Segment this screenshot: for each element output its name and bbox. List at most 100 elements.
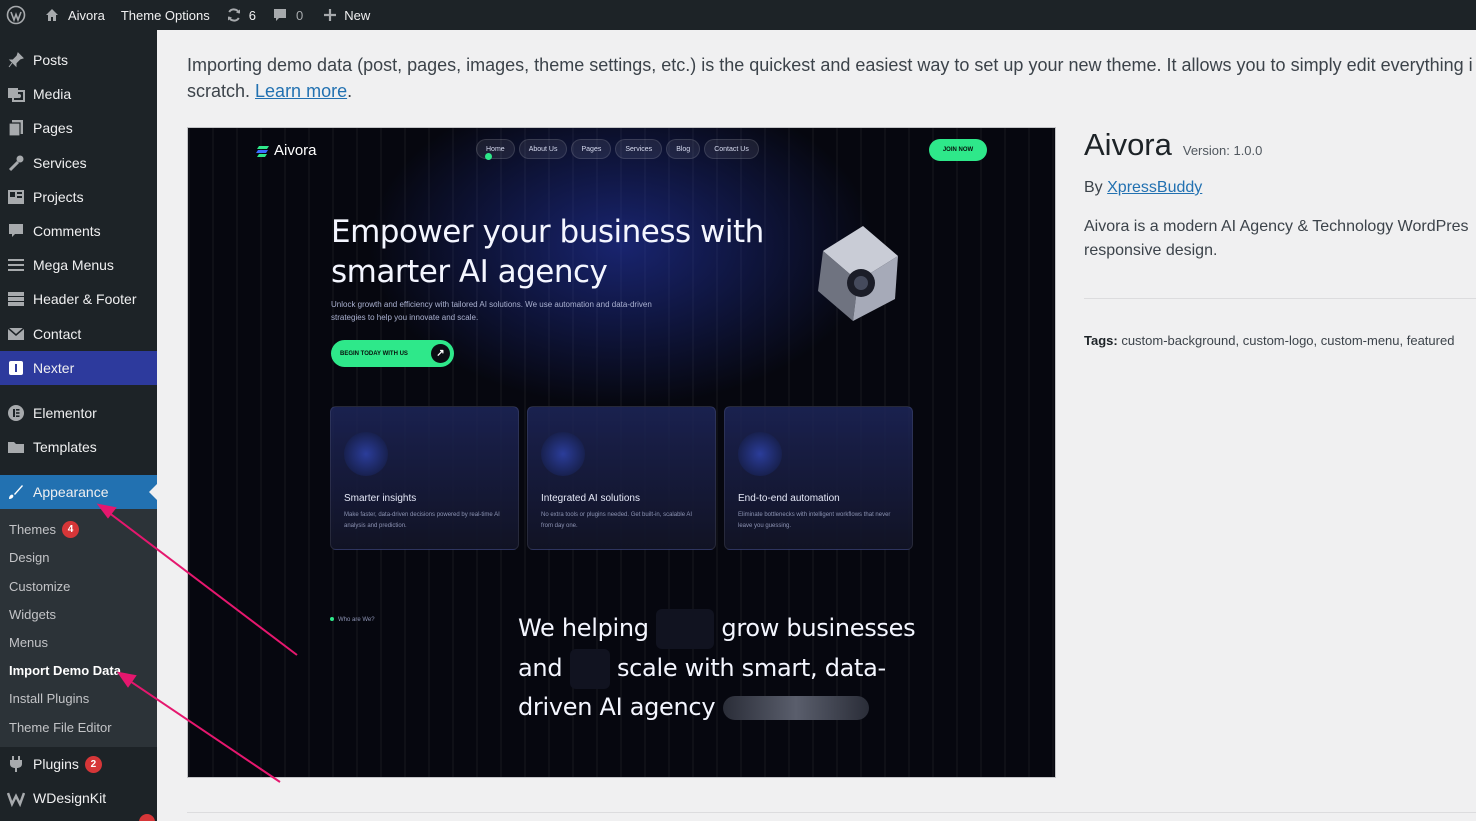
sidebar-item-label: Projects — [33, 189, 84, 205]
submenu-item-menus[interactable]: Menus — [9, 632, 48, 652]
sidebar-item-label: Contact — [33, 326, 82, 342]
preview-h2-part: scale with smart, data- — [616, 654, 886, 682]
sidebar-item-elementor[interactable]: Elementor — [0, 396, 157, 430]
updates-count: 6 — [248, 7, 256, 23]
sidebar-item-pages[interactable]: Pages — [0, 111, 157, 145]
preview-nav: Home About Us Pages Services Blog Contac… — [476, 139, 759, 159]
submenu-item-label: Themes — [9, 521, 56, 537]
author-link[interactable]: XpressBuddy — [1107, 179, 1202, 196]
comments-count: 0 — [295, 7, 304, 23]
preview-nav-item: Home — [476, 139, 515, 159]
tags-list: custom-background, custom-logo, custom-m… — [1117, 333, 1455, 348]
sidebar-item-label: Media — [33, 86, 72, 102]
card-title: Smarter insights — [344, 493, 417, 504]
submenu-item-customize[interactable]: Customize — [9, 576, 70, 596]
pill-image — [722, 696, 869, 720]
sidebar-item-nexter[interactable]: Nexter — [0, 351, 157, 385]
author-prefix: By — [1084, 179, 1108, 196]
preview-logo-text: Aivora — [274, 142, 317, 159]
mail-icon — [6, 324, 26, 344]
preview-nav-item: Blog — [666, 139, 701, 159]
new-content-link[interactable]: New — [311, 0, 378, 30]
sidebar-item-projects[interactable]: Projects — [0, 180, 157, 214]
preview-nav-item: Pages — [571, 139, 612, 159]
theme-info: Aivora Version: 1.0.0 By XpressBuddy Aiv… — [1084, 127, 1476, 263]
updates-icon — [226, 7, 242, 23]
preview-logo: Aivora — [256, 142, 317, 159]
submenu-item-install-plugins[interactable]: Install Plugins — [9, 688, 89, 708]
sidebar-item-media[interactable]: Media — [0, 77, 157, 111]
sidebar-item-posts[interactable]: Posts — [0, 43, 157, 77]
sidebar-item-templates[interactable]: Templates — [0, 430, 157, 464]
preview-h2-part: and — [518, 654, 563, 682]
sidebar-item-comments[interactable]: Comments — [0, 214, 157, 248]
submenu-item-design[interactable]: Design — [9, 547, 49, 567]
wordpress-logo-icon[interactable] — [0, 0, 34, 30]
sidebar-item-label: Header & Footer — [33, 291, 137, 307]
layout-icon — [6, 289, 26, 309]
theme-options-label: Theme Options — [120, 7, 210, 23]
home-icon — [44, 7, 60, 23]
submenu-item-themes[interactable]: Themes 4 — [9, 519, 79, 539]
divider — [187, 812, 1476, 813]
sidebar-item-label: Templates — [33, 439, 97, 455]
plugins-update-badge: 2 — [84, 755, 102, 773]
folder-icon — [6, 437, 26, 457]
theme-title: Aivora Version: 1.0.0 — [1084, 127, 1476, 163]
satellite-icon — [344, 432, 388, 476]
preview-subtext: Unlock growth and efficiency with tailor… — [331, 300, 652, 322]
submenu-item-label: Customize — [9, 578, 71, 594]
sidebar-item-label: Pages — [33, 120, 73, 136]
sidebar-item-label: Services — [33, 155, 87, 171]
wdesignkit-icon — [6, 788, 26, 808]
preview-headline: Empower your business with smarter AI ag… — [331, 214, 764, 290]
preview-nav-item: About Us — [518, 139, 568, 159]
submenu-item-widgets[interactable]: Widgets — [9, 604, 56, 624]
theme-description-line: responsive design. — [1084, 242, 1218, 259]
updates-link[interactable]: 6 — [218, 0, 264, 30]
theme-author: By XpressBuddy — [1084, 179, 1476, 197]
submenu-item-theme-file-editor[interactable]: Theme File Editor — [9, 717, 112, 737]
nexter-icon — [6, 358, 26, 378]
collapsed-badge-partial — [139, 814, 155, 821]
submenu-item-label: Import Demo Data — [9, 662, 121, 678]
import-intro-text: Importing demo data (post, pages, images… — [187, 52, 1476, 104]
preview-heading-2: We helping grow businesses and scale wit… — [518, 609, 938, 725]
sidebar-item-label: Plugins — [33, 756, 79, 772]
plugin-icon — [6, 754, 26, 774]
sidebar-item-header-footer[interactable]: Header & Footer — [0, 282, 157, 316]
sidebar-item-appearance[interactable]: Appearance — [0, 475, 157, 509]
submenu-item-label: Theme File Editor — [9, 719, 112, 735]
preview-nav-active-dot — [485, 153, 492, 160]
card-description: Eliminate bottlenecks with intelligent w… — [738, 512, 891, 529]
admin-bar: Aivora Theme Options 6 0 New — [0, 0, 1476, 30]
preview-feature-card: Smarter insights Make faster, data-drive… — [330, 406, 519, 550]
site-name-link[interactable]: Aivora — [34, 0, 113, 30]
chrome-cube-graphic — [818, 226, 898, 321]
comments-link[interactable]: 0 — [264, 0, 311, 30]
sidebar-item-label: Nexter — [33, 360, 75, 376]
pages-icon — [6, 118, 26, 138]
theme-options-link[interactable]: Theme Options — [113, 0, 218, 30]
aivora-logo-icon — [256, 145, 269, 157]
sketch-image — [569, 649, 610, 689]
elementor-icon — [6, 403, 26, 423]
sidebar-item-label: WDesignKit — [33, 790, 107, 806]
learn-more-link[interactable]: Learn more — [255, 81, 347, 101]
sidebar-item-contact[interactable]: Contact — [0, 317, 157, 351]
sidebar-item-services[interactable]: Services — [0, 146, 157, 180]
sidebar-item-mega-menus[interactable]: Mega Menus — [0, 248, 157, 282]
preview-h2-part: grow businesses — [721, 614, 916, 642]
theme-tags: Tags: custom-background, custom-logo, cu… — [1084, 333, 1476, 348]
preview-join-button: JOIN NOW — [929, 139, 987, 161]
preview-h2-part: driven AI agency — [518, 693, 716, 721]
submenu-item-import-demo-data[interactable]: Import Demo Data — [9, 660, 121, 680]
ai-person-icon — [541, 432, 585, 476]
card-description: No extra tools or plugins needed. Get bu… — [541, 512, 693, 529]
preview-cta-button: BEGIN TODAY WITH US ↗ — [331, 340, 454, 367]
theme-screenshot: Aivora Home About Us Pages Services Blog… — [187, 127, 1056, 778]
sidebar-item-plugins[interactable]: Plugins 2 — [0, 747, 157, 781]
sidebar-item-wdesignkit[interactable]: WDesignKit — [0, 781, 157, 815]
theme-description-line: Aivora is a modern AI Agency & Technolog… — [1084, 218, 1469, 235]
intro-line-2: scratch. Learn more. — [187, 78, 1476, 104]
